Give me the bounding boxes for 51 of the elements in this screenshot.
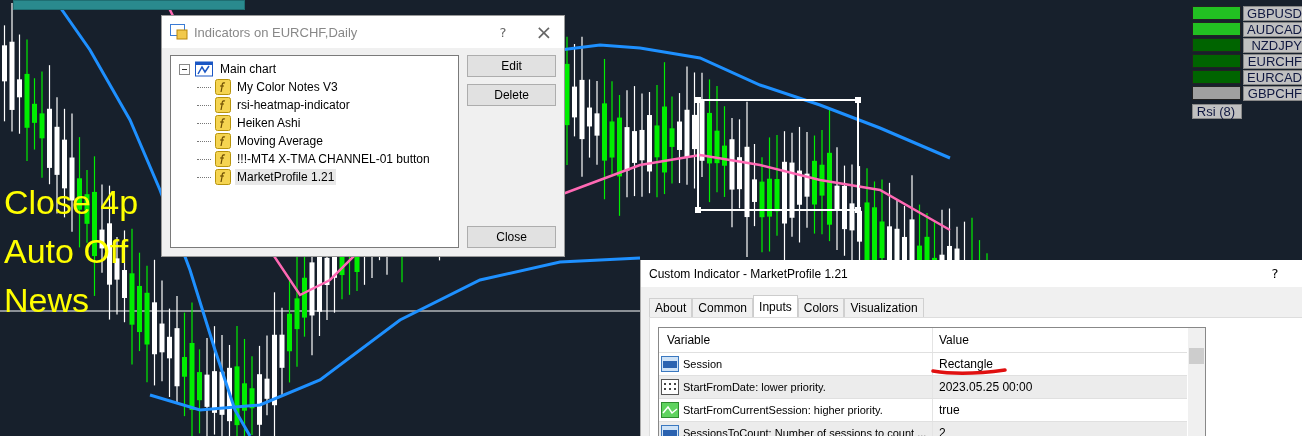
selection-rectangle[interactable] (695, 97, 861, 213)
variable-name: StartFromCurrentSession: higher priority. (683, 404, 883, 416)
toggle-type-icon (661, 402, 679, 418)
collapse-toggle[interactable] (179, 63, 190, 75)
column-header: Variable (659, 328, 933, 352)
tree-item[interactable]: rsi-heatmap-indicator (235, 97, 352, 113)
calendar-icon (661, 379, 679, 395)
variable-value[interactable]: true (939, 403, 960, 417)
pair-label: EURCHF (1243, 54, 1302, 69)
tree-item[interactable]: MarketProfile 1.21 (235, 169, 337, 185)
tab[interactable]: Visualization (844, 298, 924, 317)
dialog-button[interactable]: Edit (467, 55, 556, 77)
pair-label: EURCAD (1243, 70, 1302, 85)
function-icon (215, 169, 231, 185)
chart-window-icon (195, 61, 213, 77)
close-button[interactable]: × (524, 20, 564, 44)
tab[interactable]: About (649, 298, 693, 317)
function-icon (215, 115, 231, 131)
column-header: Value (938, 333, 970, 347)
tab[interactable]: Common (692, 298, 754, 317)
tree-item[interactable]: !!!-MT4 X-TMA CHANNEL-01 button (235, 151, 432, 167)
rsi-label: Rsi (8) (1192, 104, 1242, 119)
pair-label: GBPCHF (1243, 86, 1302, 101)
number-type-icon (661, 356, 679, 372)
function-icon (215, 151, 231, 167)
function-icon (215, 97, 231, 113)
tree-item[interactable]: Moving Average (235, 133, 325, 149)
help-button[interactable]: ? (1255, 266, 1295, 281)
dialog-button[interactable]: Delete (467, 84, 556, 106)
tree-item[interactable]: My Color Notes V3 (235, 79, 340, 95)
help-button[interactable]: ? (488, 24, 518, 40)
tab[interactable]: Colors (797, 298, 845, 317)
variable-value[interactable]: 2023.05.25 00:00 (939, 380, 1033, 394)
close-dialog-button[interactable]: Close (467, 226, 556, 248)
dialog-title: Indicators on EURCHF,Daily (194, 24, 359, 40)
pair-label: AUDCAD (1243, 22, 1302, 37)
tree-item[interactable]: Heiken Ashi (235, 115, 303, 131)
function-icon (215, 79, 231, 95)
variable-name: Session (683, 358, 723, 370)
table-row[interactable]: StartFromDate: lower priority. 2023.05.25 00:00 (659, 375, 1187, 398)
variable-value[interactable]: Rectangle (939, 357, 994, 371)
dialog-title: Custom Indicator - MarketProfile 1.21 (649, 266, 849, 281)
indicator-window-icon (170, 24, 188, 40)
pair-label: NZDJPY (1243, 38, 1302, 53)
tree-item[interactable]: Main chart (218, 61, 279, 77)
variable-name: StartFromDate: lower priority. (683, 381, 826, 393)
function-icon (215, 133, 231, 149)
pair-label: GBPUSD (1243, 6, 1302, 21)
tab[interactable]: Inputs (753, 295, 798, 317)
chart-label: News (4, 280, 91, 321)
scrollbar[interactable] (1188, 328, 1205, 436)
